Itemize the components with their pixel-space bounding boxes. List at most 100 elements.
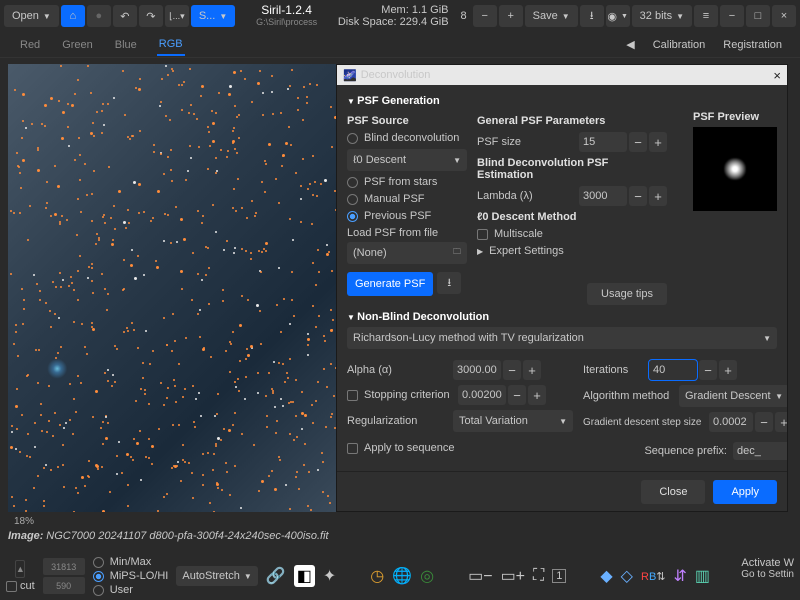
zoom-in-icon[interactable]: ▭+ xyxy=(501,566,525,586)
zoom-in-button[interactable]: + xyxy=(499,5,523,27)
deconvolution-dialog: 🌌 Deconvolution × PSF Generation PSF Pre… xyxy=(336,64,788,512)
dialog-apply-btn[interactable]: Apply xyxy=(713,480,777,504)
app-icon: 🌌 xyxy=(343,69,357,82)
descent-select[interactable]: ℓ0 Descent▼ xyxy=(347,149,467,171)
chevron-down-icon: ▼ xyxy=(453,156,461,165)
undo-icon: ↶ xyxy=(120,10,129,23)
rotate-left-icon[interactable]: ◆ xyxy=(600,566,612,586)
script-button[interactable]: S...▼ xyxy=(191,5,235,27)
mirror-icon[interactable]: ⇵ xyxy=(674,566,687,586)
expert-settings-toggle[interactable]: ▶Expert Settings xyxy=(477,245,667,257)
psf-source-label: PSF Source xyxy=(347,115,467,127)
maximize-button[interactable]: □ xyxy=(746,5,770,27)
one-to-one-icon[interactable]: 1 xyxy=(552,569,566,583)
invert-icon[interactable]: ◧ xyxy=(294,565,315,587)
radio-psf-stars[interactable]: PSF from stars xyxy=(347,176,467,188)
flip-rb-icon[interactable]: RB⇅ xyxy=(641,570,666,583)
nav-left-icon[interactable]: ◀ xyxy=(626,38,634,51)
stopping-spinner[interactable]: −+ xyxy=(458,385,546,405)
tab-blue[interactable]: Blue xyxy=(113,35,139,55)
psf-file-select[interactable]: (None)🗀 xyxy=(347,242,467,264)
open-button[interactable]: Open ▼ xyxy=(4,5,59,27)
menu-button[interactable]: ≡ xyxy=(694,5,718,27)
tab-red[interactable]: Red xyxy=(18,35,42,55)
prev-up-icon[interactable]: ▲ xyxy=(15,560,25,578)
layers-icon: ⌊...▾ xyxy=(169,11,185,22)
zoom-out-icon[interactable]: ▭− xyxy=(468,566,492,586)
globe-icon[interactable]: 🌐 xyxy=(392,566,412,586)
load-psf-label: Load PSF from file xyxy=(347,227,467,239)
layers-button[interactable]: ⌊...▾ xyxy=(165,5,189,27)
step-spinner[interactable]: −+ xyxy=(709,412,787,432)
seq-prefix-input[interactable] xyxy=(733,442,787,460)
general-params-label: General PSF Parameters xyxy=(477,115,667,127)
clock-icon[interactable]: ◷ xyxy=(370,566,384,586)
radio-user[interactable]: User xyxy=(93,584,169,596)
bottom-toolbar: ▲ cut Min/Max MiPS-LO/HI User AutoStretc… xyxy=(0,552,800,600)
radio-blind[interactable]: Blind deconvolution xyxy=(347,132,467,144)
camera-icon: ◉ xyxy=(607,10,617,23)
psf-size-spinner[interactable]: −+ xyxy=(579,132,667,152)
tab-calibration[interactable]: Calibration xyxy=(653,39,706,51)
save-psf-button[interactable]: ⭳ xyxy=(437,272,461,294)
stack-icon[interactable]: ▥ xyxy=(695,566,710,586)
image-canvas[interactable] xyxy=(8,64,336,512)
home-icon: ⌂ xyxy=(70,10,77,22)
iterations-spinner[interactable]: −+ xyxy=(649,360,737,380)
zoom-value: 8 xyxy=(461,10,467,22)
algorithm-select[interactable]: Gradient Descent▼ xyxy=(679,385,787,407)
redo-button[interactable]: ↷ xyxy=(139,5,163,27)
undo-button[interactable]: ↶ xyxy=(113,5,137,27)
link-icon[interactable]: 🔗 xyxy=(266,566,286,586)
autostretch-select[interactable]: AutoStretch▼ xyxy=(176,566,257,586)
minimize-button[interactable]: − xyxy=(720,5,744,27)
home-button[interactable]: ⌂ xyxy=(61,5,85,27)
channel-tabs: Red Green Blue RGB ◀ Calibration Registr… xyxy=(0,32,800,58)
download-icon: ⭳ xyxy=(447,274,451,293)
lambda-spinner[interactable]: −+ xyxy=(579,186,667,206)
alpha-spinner[interactable]: −+ xyxy=(453,360,541,380)
dialog-titlebar[interactable]: 🌌 Deconvolution × xyxy=(337,65,787,85)
snapshot-button[interactable]: ◉▼ xyxy=(606,5,630,27)
redo-icon: ↷ xyxy=(146,10,155,23)
close-window-button[interactable]: × xyxy=(772,5,796,27)
hi-value[interactable] xyxy=(43,558,85,575)
record-button[interactable]: ● xyxy=(87,5,111,27)
radio-manual-psf[interactable]: Manual PSF xyxy=(347,193,467,205)
chevron-down-icon: ▼ xyxy=(763,334,771,343)
dialog-close-button[interactable]: × xyxy=(773,68,781,83)
image-filename: Image: NGC7000 20241107 d800-pfa-300f4-2… xyxy=(8,530,329,542)
star-detect-icon[interactable]: ✦ xyxy=(323,566,336,586)
stopping-check[interactable] xyxy=(347,390,358,401)
tab-green[interactable]: Green xyxy=(60,35,95,55)
radio-mips[interactable]: MiPS-LO/HI xyxy=(93,570,169,582)
download-button[interactable]: ⭳ xyxy=(580,5,604,27)
rotate-right-icon[interactable]: ◇ xyxy=(621,566,633,586)
radio-previous-psf[interactable]: Previous PSF xyxy=(347,210,467,222)
tab-registration[interactable]: Registration xyxy=(723,39,782,51)
bits-button[interactable]: 32 bits ▼ xyxy=(632,5,692,27)
zoom-out-button[interactable]: − xyxy=(473,5,497,27)
dialog-close-btn[interactable]: Close xyxy=(641,480,705,504)
psf-generation-section[interactable]: PSF Generation xyxy=(347,95,777,107)
apply-seq-check[interactable] xyxy=(347,443,358,454)
chevron-down-icon: ▼ xyxy=(43,12,51,21)
save-button[interactable]: Save ▼ xyxy=(525,5,578,27)
folder-icon: 🗀 xyxy=(453,246,461,260)
lo-value[interactable] xyxy=(43,577,85,594)
fit-icon[interactable]: ⛶ xyxy=(533,567,544,585)
cut-check[interactable] xyxy=(6,581,17,592)
non-blind-section[interactable]: Non-Blind Deconvolution xyxy=(347,311,777,323)
radio-minmax[interactable]: Min/Max xyxy=(93,556,169,568)
multiscale-check[interactable]: Multiscale xyxy=(477,228,667,240)
regularization-select[interactable]: Total Variation▼ xyxy=(453,410,573,432)
method-select[interactable]: Richardson-Lucy method with TV regulariz… xyxy=(347,327,777,349)
generate-psf-button[interactable]: Generate PSF xyxy=(347,272,433,296)
target-icon[interactable]: ◎ xyxy=(420,566,434,586)
top-toolbar: Open ▼ ⌂ ● ↶ ↷ ⌊...▾ S...▼ Siril-1.2.4 G… xyxy=(0,0,800,32)
psf-preview: PSF Preview xyxy=(693,107,777,211)
usage-tips-button[interactable]: Usage tips xyxy=(587,283,667,305)
chevron-down-icon: ▼ xyxy=(219,12,227,21)
window-title: Siril-1.2.4 G:\Siril\process xyxy=(237,4,336,27)
tab-rgb[interactable]: RGB xyxy=(157,34,185,56)
